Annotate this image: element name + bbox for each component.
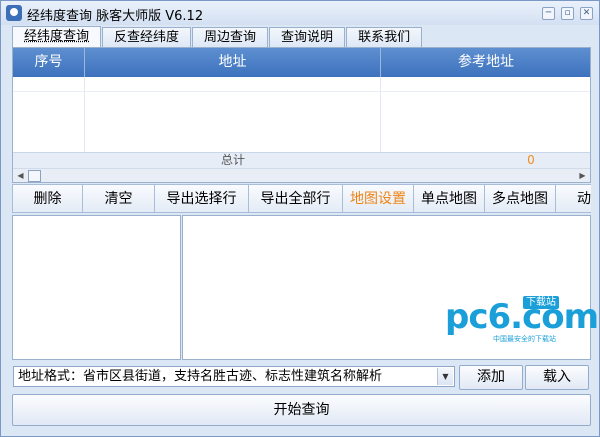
watermark-logo: pc6.com 下载站 中国最安全的下载站 [445,296,599,346]
tab-contact[interactable]: 联系我们 [346,27,423,47]
tab-label: 经纬度查询 [24,29,90,44]
map-pane[interactable]: pc6.com 下载站 中国最安全的下载站 [182,215,599,360]
dynamic-map-button[interactable]: 动态 [556,184,591,213]
tab-reverse-lookup[interactable]: 反查经纬度 [102,27,192,47]
scroll-thumb[interactable] [28,170,41,182]
total-value: 0 [527,153,535,167]
results-table[interactable]: 序号 地址 参考地址 总计 0 ◀ ▶ [12,47,591,183]
tab-label: 查询说明 [281,30,334,45]
title-bar: 经纬度查询 脉客大师版 V6.12 ─ ▫ ✕ [1,1,599,25]
column-header-address[interactable]: 地址 [85,48,381,77]
left-list-pane[interactable] [12,215,181,360]
address-format-select[interactable]: 地址格式：省市区县街道，支持名胜古迹、标志性建筑名称解析 ▼ [13,366,455,387]
delete-button[interactable]: 删除 [12,184,83,213]
column-divider [84,77,85,153]
watermark-badge: 下载站 [523,296,559,309]
column-header-reference-address[interactable]: 参考地址 [381,48,590,77]
tab-latlng-query[interactable]: 经纬度查询 [12,26,102,47]
column-divider [380,77,381,153]
tab-bar: 经纬度查询 反查经纬度 周边查询 查询说明 联系我们 [12,26,423,47]
chevron-down-icon[interactable]: ▼ [437,368,453,385]
total-label: 总计 [220,153,245,167]
export-selected-button[interactable]: 导出选择行 [155,184,249,213]
scroll-right-icon[interactable]: ▶ [576,170,589,181]
minimize-icon[interactable]: ─ [542,7,555,20]
map-settings-button[interactable]: 地图设置 [343,184,414,213]
tab-instructions[interactable]: 查询说明 [269,27,346,47]
load-button[interactable]: 载入 [525,365,589,390]
horizontal-scrollbar[interactable]: ◀ ▶ [13,168,590,182]
restore-icon[interactable]: ▫ [561,7,574,20]
tab-label: 联系我们 [358,30,411,45]
multi-point-map-button[interactable]: 多点地图 [485,184,556,213]
row-divider [13,91,590,92]
tab-label: 周边查询 [204,30,257,45]
action-toolbar: 删除 清空 导出选择行 导出全部行 地图设置 单点地图 多点地图 动态 [12,184,591,214]
scroll-left-icon[interactable]: ◀ [14,170,27,181]
tab-label: 反查经纬度 [114,30,180,45]
watermark-tagline: 中国最安全的下载站 [493,335,556,343]
start-query-button[interactable]: 开始查询 [12,394,591,426]
total-row: 总计 0 [13,152,590,168]
window-controls: ─ ▫ ✕ [542,7,593,20]
app-icon [6,5,22,21]
watermark-brand: pc6.com [445,297,599,337]
table-header: 序号 地址 参考地址 [13,48,590,77]
add-button[interactable]: 添加 [459,365,523,390]
clear-button[interactable]: 清空 [83,184,155,213]
window-title: 经纬度查询 脉客大师版 V6.12 [27,9,204,24]
export-all-button[interactable]: 导出全部行 [249,184,343,213]
app-window: 经纬度查询 脉客大师版 V6.12 ─ ▫ ✕ 经纬度查询 反查经纬度 周边查询… [0,0,600,437]
address-format-value: 地址格式：省市区县街道，支持名胜古迹、标志性建筑名称解析 [18,369,383,384]
column-header-index[interactable]: 序号 [13,48,85,77]
single-point-map-button[interactable]: 单点地图 [414,184,485,213]
close-icon[interactable]: ✕ [580,7,593,20]
tab-nearby-search[interactable]: 周边查询 [192,27,269,47]
